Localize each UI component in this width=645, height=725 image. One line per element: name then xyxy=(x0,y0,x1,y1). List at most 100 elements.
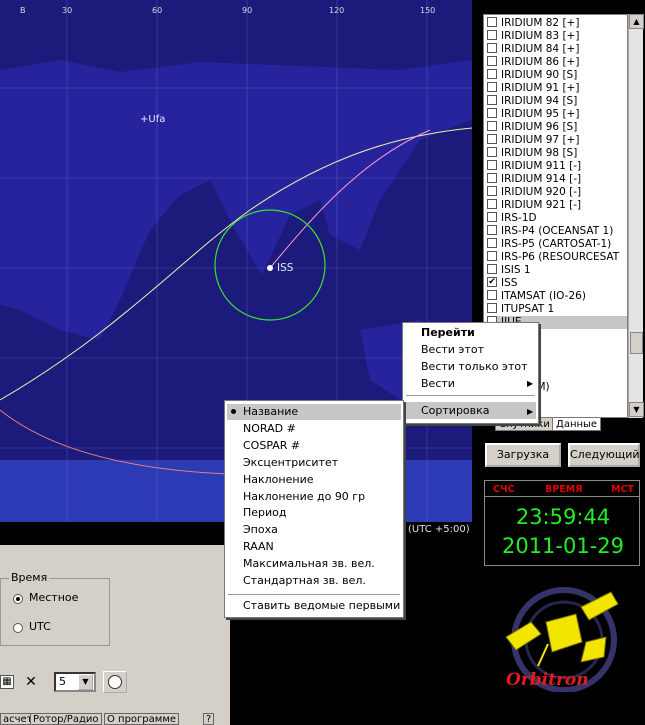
satellite-list-item[interactable]: IRIDIUM 94 [S] xyxy=(487,95,627,108)
lon-tick: 60 xyxy=(152,6,163,15)
lon-tick: 120 xyxy=(329,6,345,15)
checkbox[interactable] xyxy=(487,160,497,170)
sort-option[interactable]: Наклонение xyxy=(227,472,401,488)
satellite-list-item[interactable]: IRIDIUM 921 [-] xyxy=(487,199,627,212)
checkbox[interactable] xyxy=(487,69,497,79)
satellite-list-item[interactable]: IRIDIUM 914 [-] xyxy=(487,173,627,186)
satellite-list-item[interactable]: IRS-1D xyxy=(487,212,627,225)
checkbox[interactable] xyxy=(487,199,497,209)
sort-option[interactable]: Наклонение до 90 гр xyxy=(227,489,401,505)
menu-track-this[interactable]: Вести этот xyxy=(421,343,484,356)
sort-option[interactable]: Период xyxy=(227,505,401,521)
scroll-up-icon[interactable]: ▲ xyxy=(629,14,644,29)
load-tle-button[interactable]: Загрузка TLE xyxy=(485,443,561,481)
satellite-name: IRIDIUM 95 [+] xyxy=(501,108,580,120)
logo-text: Orbitron xyxy=(506,670,589,690)
satellite-list-item[interactable]: IRIDIUM 90 [S] xyxy=(487,69,627,82)
shrink-icon[interactable]: ✕ xyxy=(22,673,40,691)
menu-goto[interactable]: Перейти xyxy=(421,326,475,339)
satellite-list-item[interactable]: IRIDIUM 84 [+] xyxy=(487,43,627,56)
radio-local-time[interactable] xyxy=(13,594,23,604)
satellite-list-item[interactable]: IRS-P5 (CARTOSAT-1) xyxy=(487,238,627,251)
satellite-name: IRIDIUM 96 [S] xyxy=(501,121,578,133)
menu-track-only-this[interactable]: Вести только этот xyxy=(421,360,528,373)
checkbox-checked[interactable]: ✔ xyxy=(487,277,497,287)
satellite-list-item[interactable]: ITUPSAT 1 xyxy=(487,303,627,316)
satellite-list-item[interactable]: ISIS 1 xyxy=(487,264,627,277)
checkbox[interactable] xyxy=(487,173,497,183)
satellite-list-item[interactable]: IRIDIUM 95 [+] xyxy=(487,108,627,121)
satellite-name: ISIS 1 xyxy=(501,264,531,276)
checkbox[interactable] xyxy=(487,56,497,66)
satellite-list-item[interactable]: IRIDIUM 96 [S] xyxy=(487,121,627,134)
satellite-name: IRIDIUM 90 [S] xyxy=(501,69,578,81)
satellite-list-item[interactable]: ✔ ISS xyxy=(487,277,627,290)
checkbox[interactable] xyxy=(487,225,497,235)
chevron-down-icon[interactable]: ▼ xyxy=(78,674,93,690)
submenu-arrow-icon: ▶ xyxy=(527,407,534,416)
sort-option[interactable]: Эксцентриситет xyxy=(227,455,401,471)
satellite-list-item[interactable]: IRIDIUM 83 [+] xyxy=(487,30,627,43)
sort-option[interactable]: COSPAR # xyxy=(227,438,401,454)
radio-utc[interactable] xyxy=(13,623,23,633)
checkbox[interactable] xyxy=(487,30,497,40)
checkbox[interactable] xyxy=(487,238,497,248)
tab-about[interactable]: О программе xyxy=(104,713,180,725)
sort-followers-first[interactable]: Ставить ведомые первыми xyxy=(243,599,400,612)
checkbox[interactable] xyxy=(487,264,497,274)
satellite-name: IRIDIUM 921 [-] xyxy=(501,199,582,211)
checkbox[interactable] xyxy=(487,212,497,222)
checkbox[interactable] xyxy=(487,82,497,92)
satellite-name: IRS-P5 (CARTOSAT-1) xyxy=(501,238,612,250)
submenu-arrow-icon: ▶ xyxy=(527,379,534,388)
checkbox[interactable] xyxy=(487,186,497,196)
sort-option[interactable]: RAAN xyxy=(227,539,401,555)
checkbox[interactable] xyxy=(487,303,497,313)
checkbox[interactable] xyxy=(487,290,497,300)
menu-track[interactable]: Вести xyxy=(421,377,455,390)
sort-option[interactable]: Название xyxy=(227,404,401,420)
checkbox[interactable] xyxy=(487,134,497,144)
satellite-list-item[interactable]: IRIDIUM 911 [-] xyxy=(487,160,627,173)
list-scrollbar[interactable]: ▲ ▼ xyxy=(628,14,644,418)
checkbox[interactable] xyxy=(487,17,497,27)
satellite-name: IRS-1D xyxy=(501,212,537,224)
satellite-list-item[interactable]: IRS-P4 (OCEANSAT 1) xyxy=(487,225,627,238)
clock-button[interactable] xyxy=(103,671,127,693)
satellite-list-item[interactable]: IRIDIUM 920 [-] xyxy=(487,186,627,199)
satellite-list-item[interactable]: IRIDIUM 98 [S] xyxy=(487,147,627,160)
sort-option[interactable]: Стандартная зв. вел. xyxy=(227,573,401,589)
scroll-thumb[interactable] xyxy=(630,332,643,354)
selected-dot-icon xyxy=(231,409,236,414)
time-group: Время Местное UTC xyxy=(0,571,110,646)
next-button[interactable]: Следующий xyxy=(568,443,640,467)
checkbox[interactable] xyxy=(487,108,497,118)
sort-option[interactable]: Эпоха xyxy=(227,522,401,538)
checkbox[interactable] xyxy=(487,95,497,105)
radio-utc-label[interactable]: UTC xyxy=(29,620,51,633)
checkbox[interactable] xyxy=(487,147,497,157)
tab-help[interactable]: ? xyxy=(203,713,215,725)
grid-icon[interactable]: ▦ xyxy=(0,675,14,689)
satellite-list-item[interactable]: IRIDIUM 86 [+] xyxy=(487,56,627,69)
checkbox[interactable] xyxy=(487,251,497,261)
sort-option[interactable]: Максимальная зв. вел. xyxy=(227,556,401,572)
checkbox[interactable] xyxy=(487,43,497,53)
radio-local-label[interactable]: Местное xyxy=(29,591,78,604)
tab-data[interactable]: Данные xyxy=(552,417,602,431)
iss-label: ISS xyxy=(277,262,294,274)
step-select[interactable]: 5 ▼ xyxy=(54,672,96,692)
step-value: 5 xyxy=(59,675,66,688)
satellite-name: IRIDIUM 91 [+] xyxy=(501,82,580,94)
satellite-list-item[interactable]: IRIDIUM 82 [+] xyxy=(487,17,627,30)
tab-rotor-radio[interactable]: Ротор/Радио xyxy=(30,713,102,725)
checkbox[interactable] xyxy=(487,121,497,131)
satellite-list-item[interactable]: IRIDIUM 97 [+] xyxy=(487,134,627,147)
settings-panel: Время Местное UTC ▦ ✕ 5 ▼ xyxy=(0,545,230,715)
satellite-list-item[interactable]: ITAMSAT (IO-26) xyxy=(487,290,627,303)
satellite-list-item[interactable]: IRIDIUM 91 [+] xyxy=(487,82,627,95)
satellite-list-item[interactable]: IRS-P6 (RESOURCESAT xyxy=(487,251,627,264)
sort-option[interactable]: NORAD # xyxy=(227,421,401,437)
menu-sort[interactable]: Сортировка xyxy=(405,402,536,419)
scroll-down-icon[interactable]: ▼ xyxy=(629,402,644,417)
